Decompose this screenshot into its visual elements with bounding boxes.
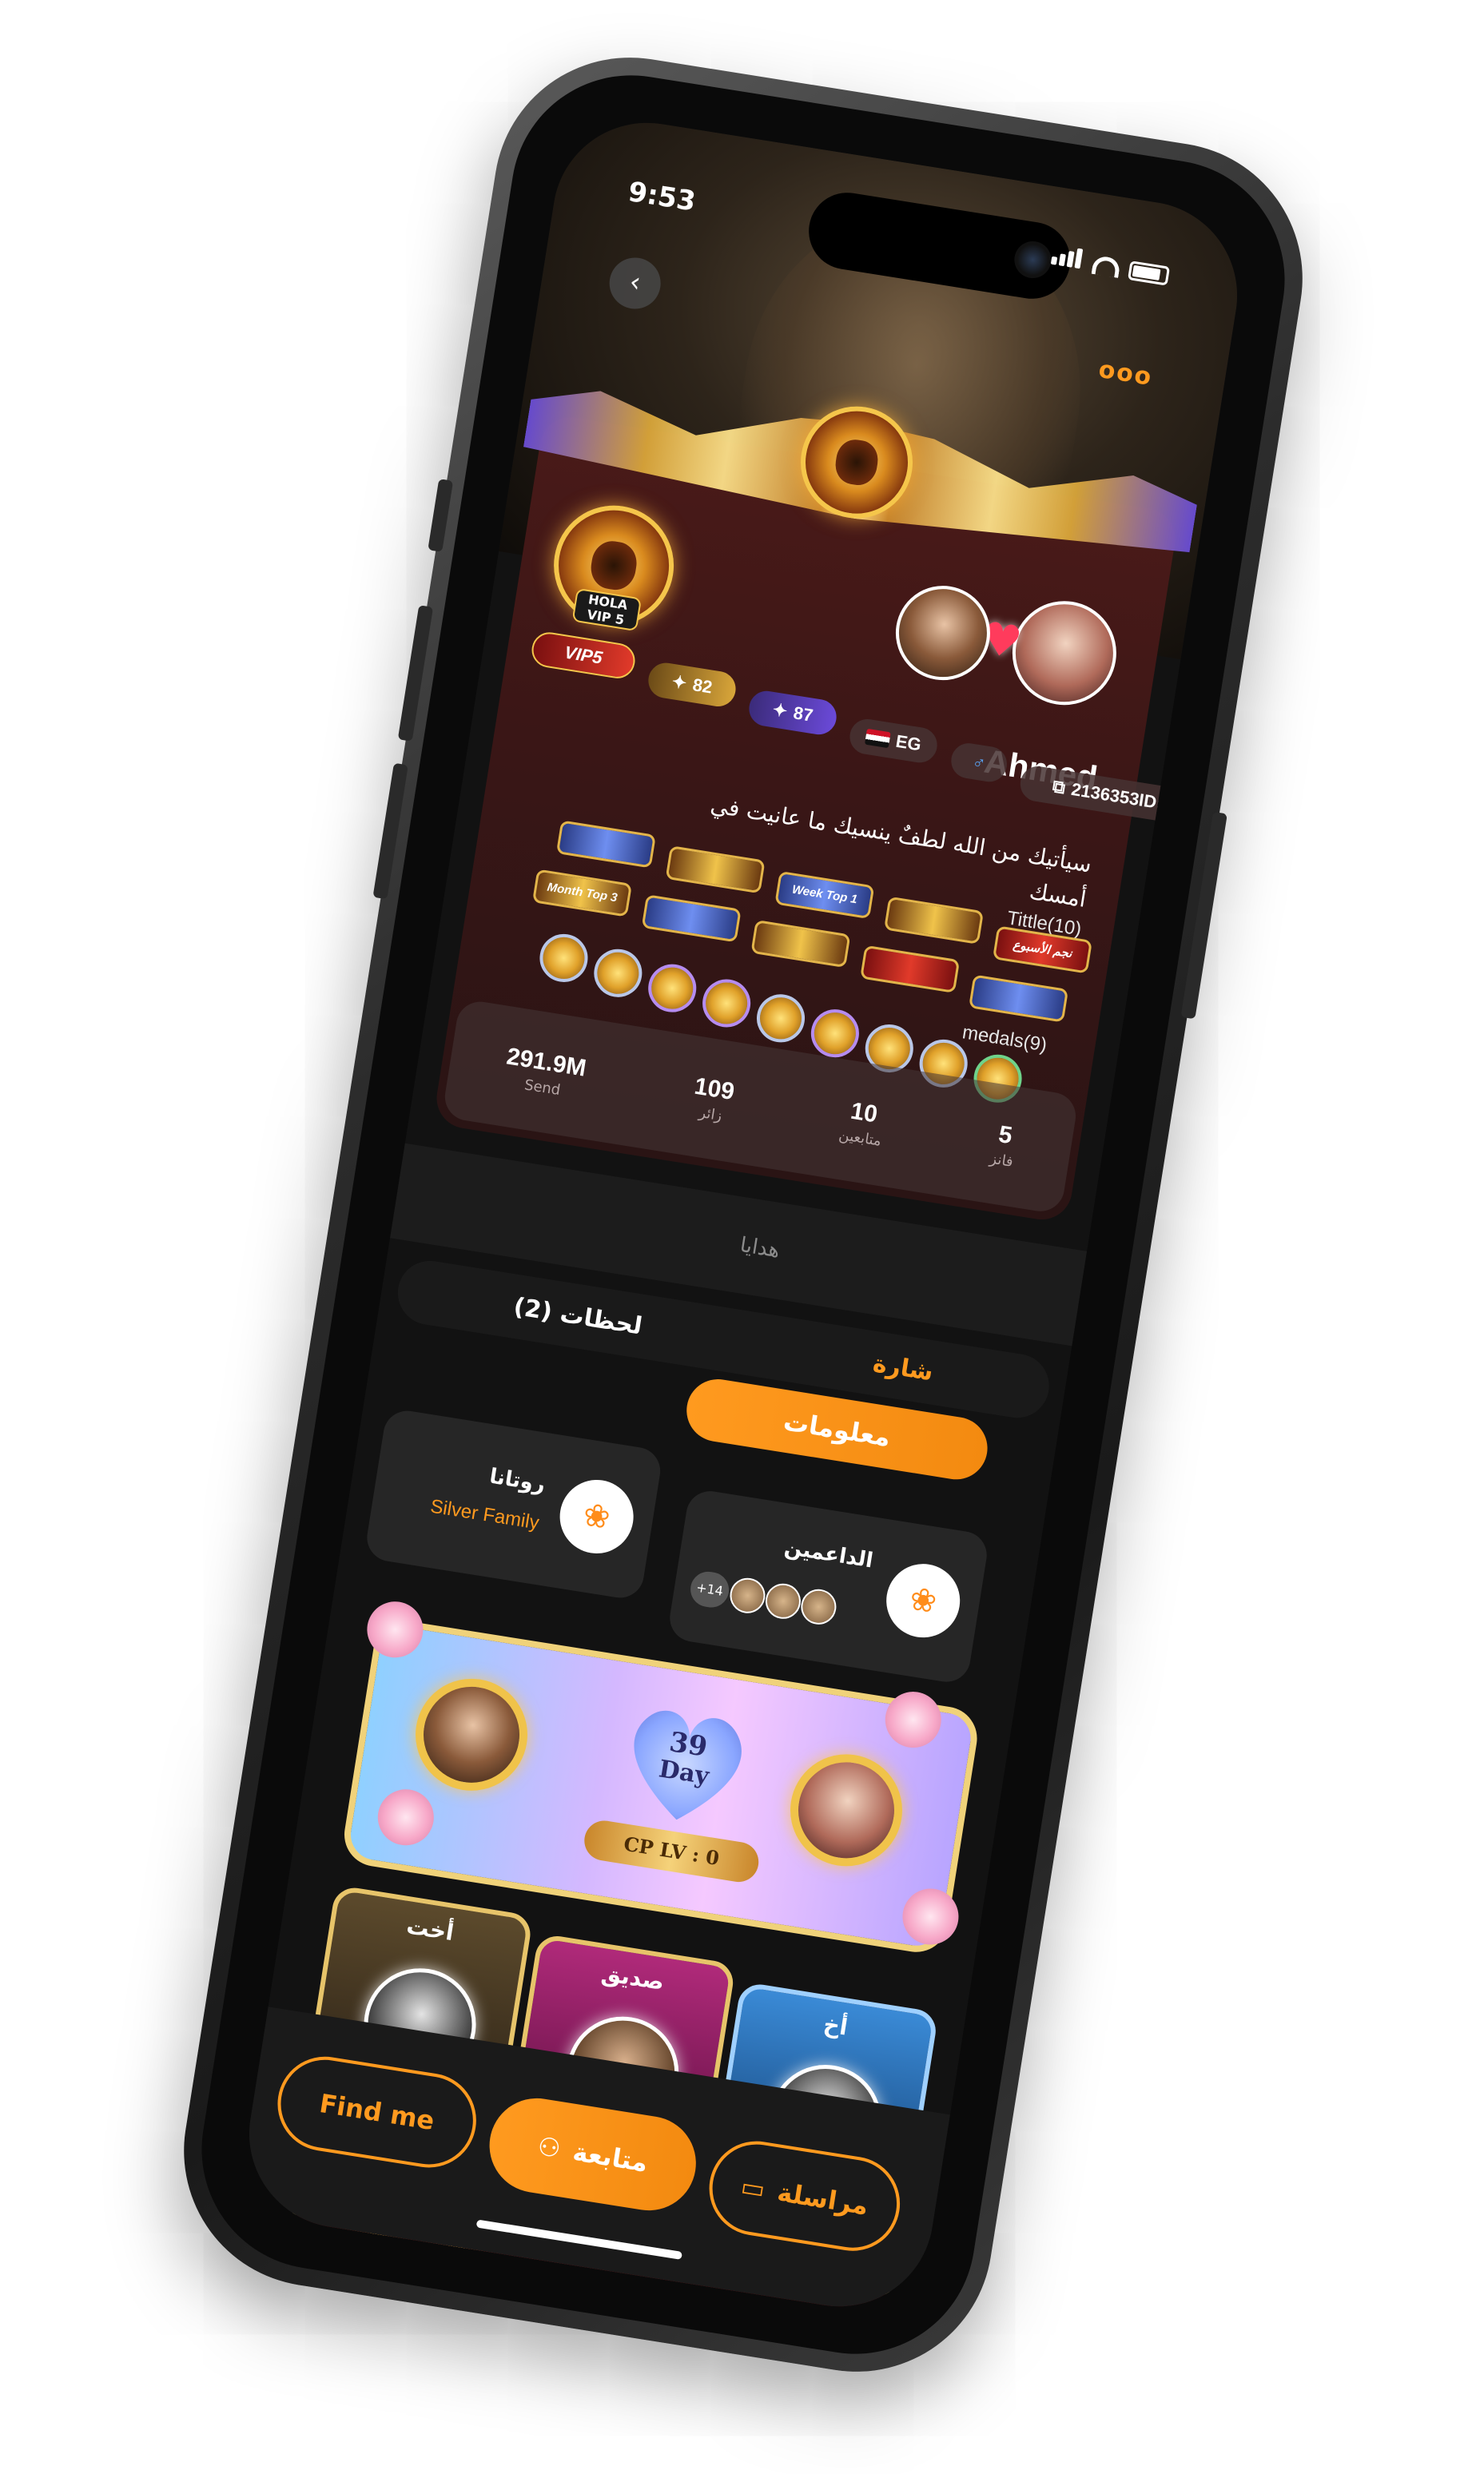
male-icon: ♂ [971, 751, 988, 774]
stat-visitors[interactable]: 109 زائر [690, 1072, 737, 1125]
cp-avatar-right[interactable] [782, 1746, 911, 1875]
title-badge-label: Week Top 1 [790, 882, 858, 907]
rose-decoration [373, 1785, 438, 1850]
family-name: روتانا [487, 1464, 547, 1498]
tab-badge[interactable]: شارة [871, 1349, 935, 1386]
star-icon: ✦ [770, 699, 790, 722]
phone-frame: 9:53 ‹ ooo HOLA VIP 5 ♥ VIP5 ✦ 82 ✦ 87 E… [164, 38, 1323, 2392]
mockup-scene: 9:53 ‹ ooo HOLA VIP 5 ♥ VIP5 ✦ 82 ✦ 87 E… [0, 0, 1484, 2474]
follow-button[interactable]: ⚇ متابعة [483, 2091, 703, 2217]
message-button[interactable]: ▭ مراسلة [702, 2134, 907, 2258]
family-tier: Silver Family [428, 1495, 541, 1534]
supporter-avatar [727, 1575, 768, 1616]
family-icon: ❀ [554, 1474, 639, 1559]
lion-icon [588, 538, 640, 593]
vip-label: VIP5 [563, 642, 604, 668]
charm-level-value: 87 [792, 702, 815, 726]
stat-send[interactable]: 291.9M Send [502, 1043, 588, 1102]
cp-avatar-left[interactable] [407, 1670, 536, 1799]
title-badge-label: Month Top 3 [546, 880, 619, 905]
stat-label: فانز [989, 1150, 1015, 1171]
supporter-avatar [798, 1586, 839, 1627]
copy-icon: ⧉ [1051, 776, 1067, 798]
stat-label: زائر [698, 1104, 723, 1124]
lion-icon [833, 436, 881, 488]
wifi-icon [1091, 254, 1121, 278]
stat-value: 5 [997, 1120, 1015, 1149]
supporters-card[interactable]: ❀ الداعمين +14 [666, 1487, 991, 1685]
chevron-left-icon: ‹ [627, 265, 643, 300]
tab-gifts[interactable]: هدايا [738, 1233, 782, 1263]
wealth-level-value: 82 [691, 674, 714, 698]
chat-icon: ▭ [738, 2170, 768, 2206]
relation-label: أخت [404, 1912, 456, 1947]
camera-icon [1012, 238, 1054, 281]
user-id: 2136353ID: [1069, 778, 1164, 813]
mute-switch [428, 479, 454, 552]
egypt-flag-icon [865, 728, 891, 749]
message-label: مراسلة [775, 2177, 871, 2221]
find-me-button[interactable]: Find me [270, 2050, 483, 2174]
relation-label: أخ [822, 2011, 849, 2041]
relation-label: صديق [599, 1959, 666, 1996]
stat-label: متابعين [837, 1126, 883, 1150]
country-code: EG [894, 730, 923, 755]
supporter-avatar [762, 1581, 804, 1621]
star-icon: ✦ [670, 670, 689, 694]
rose-decoration [898, 1884, 963, 1949]
app-screen: 9:53 ‹ ooo HOLA VIP 5 ♥ VIP5 ✦ 82 ✦ 87 E… [235, 109, 1251, 2321]
tab-moments[interactable]: لحظات (2) [511, 1292, 644, 1340]
follow-label: متابعة [571, 2136, 650, 2178]
supporters-icon: ❀ [881, 1558, 965, 1643]
add-user-icon: ⚇ [535, 2130, 563, 2165]
supporters-title: الداعمين [782, 1535, 875, 1573]
cp-level: CP LV : 0 [581, 1817, 762, 1885]
title-badge-label: نجم الأسبوع [1012, 937, 1073, 961]
home-indicator[interactable] [475, 2219, 682, 2260]
family-card[interactable]: ❀ روتانا Silver Family [364, 1407, 664, 1601]
supporters-more-count: +14 [687, 1569, 732, 1610]
phone-bezel: 9:53 ‹ ooo HOLA VIP 5 ♥ VIP5 ✦ 82 ✦ 87 E… [184, 58, 1303, 2372]
find-me-label: Find me [317, 2088, 437, 2137]
stat-fans[interactable]: 5 فانز [989, 1120, 1019, 1171]
stat-followers[interactable]: 10 متابعين [837, 1096, 887, 1150]
stat-value: 10 [849, 1097, 880, 1128]
rose-decoration [881, 1688, 945, 1752]
stat-value: 109 [692, 1072, 737, 1105]
rose-decoration [363, 1597, 428, 1662]
signal-icon [1050, 245, 1085, 272]
